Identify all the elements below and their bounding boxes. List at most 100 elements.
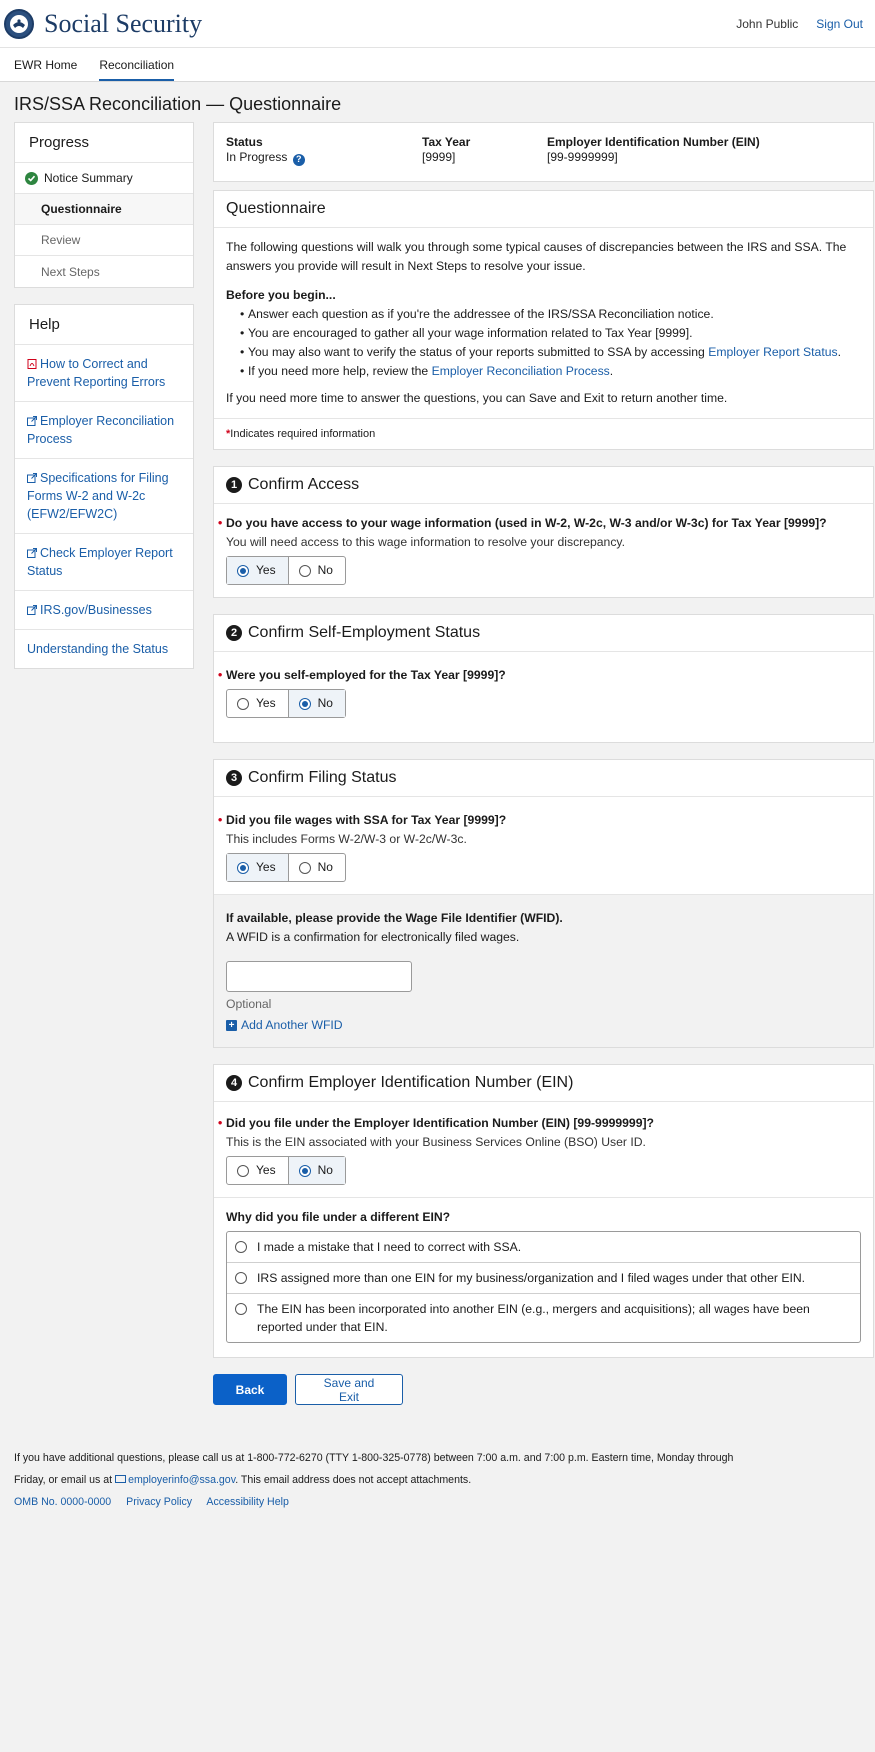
reconciliation-process-link[interactable]: Employer Reconciliation Process — [432, 364, 610, 378]
required-note-text: Indicates required information — [230, 428, 376, 440]
reason-multiple-ein-radio[interactable]: IRS assigned more than one EIN for my bu… — [227, 1263, 860, 1294]
question-label: • Were you self-employed for the Tax Year… — [218, 668, 506, 682]
privacy-policy-link[interactable]: Privacy Policy — [126, 1496, 192, 1508]
step-number-2-icon: 2 — [226, 625, 242, 641]
help-title: Help — [15, 305, 193, 345]
status-label: Status — [226, 135, 263, 149]
ein-radio-group: Yes No — [226, 1156, 346, 1185]
check-circle-icon — [25, 171, 38, 185]
help-link-irs-businesses[interactable]: IRS.gov/Businesses — [15, 591, 193, 630]
radio-label: Yes — [256, 563, 276, 577]
save-exit-button[interactable]: Save and Exit — [295, 1374, 403, 1405]
help-link-understanding-status[interactable]: Understanding the Status — [15, 630, 193, 668]
question-label: • Do you have access to your wage informa… — [218, 516, 827, 530]
external-link-icon — [27, 548, 37, 558]
nav-tab-reconciliation[interactable]: Reconciliation — [99, 58, 175, 81]
ein-card: 4 Confirm Employer Identification Number … — [213, 1064, 874, 1358]
main-content: Status In Progress ? Tax Year [9999] Emp… — [213, 122, 874, 1425]
section-title: Confirm Filing Status — [248, 769, 397, 786]
wfid-input[interactable] — [226, 961, 412, 992]
external-link-icon — [27, 605, 37, 615]
question-text: Were you self-employed for the Tax Year … — [226, 668, 506, 682]
more-time-text: If you need more time to answer the ques… — [226, 391, 728, 405]
question-label: • Did you file wages with SSA for Tax Yea… — [218, 813, 507, 827]
help-link-reconciliation-process[interactable]: Employer Reconciliation Process — [15, 402, 193, 459]
wfid-section: If available, please provide the Wage Fi… — [214, 894, 873, 1047]
footer-email-line: Friday, or email us at employerinfo@ssa.… — [14, 1469, 861, 1491]
progress-step-notice-summary[interactable]: Notice Summary — [15, 163, 193, 194]
ein-yes-radio[interactable]: Yes — [227, 1157, 288, 1184]
list-item: Answer each question as if you're the ad… — [240, 305, 861, 324]
add-wfid-label: Add Another WFID — [241, 1018, 343, 1032]
question-hint: This is the EIN associated with your Bus… — [226, 1135, 646, 1149]
footer-text: Friday, or email us at — [14, 1474, 113, 1486]
filed-wages-yes-radio[interactable]: Yes — [227, 854, 288, 881]
email-link[interactable]: employerinfo@ssa.gov — [128, 1474, 235, 1486]
question-hint: You will need access to this wage inform… — [226, 535, 626, 549]
radio-label: No — [317, 1163, 333, 1177]
help-link-correct-errors[interactable]: How to Correct and Prevent Reporting Err… — [15, 345, 193, 402]
help-link-specifications[interactable]: Specifications for Filing Forms W-2 and … — [15, 459, 193, 534]
tax-year-label: Tax Year — [422, 135, 471, 149]
list-item: If you need more help, review the Employ… — [240, 362, 861, 381]
access-no-radio[interactable]: No — [287, 557, 345, 584]
brand-title: Social Security — [44, 8, 203, 38]
questionnaire-card: Questionnaire The following questions wi… — [213, 190, 874, 450]
radio-label: IRS assigned more than one EIN for my bu… — [257, 1271, 806, 1285]
filed-wages-no-radio[interactable]: No — [287, 854, 345, 881]
reason-mistake-radio[interactable]: I made a mistake that I need to correct … — [227, 1232, 860, 1263]
help-link-label: How to Correct and Prevent Reporting Err… — [27, 357, 166, 389]
help-panel: Help How to Correct and Prevent Reportin… — [14, 304, 194, 669]
wfid-label: If available, please provide the Wage Fi… — [226, 911, 563, 925]
before-begin-heading: Before you begin... — [226, 288, 336, 302]
question-text: Did you file under the Employer Identifi… — [226, 1116, 654, 1130]
question-hint: This includes Forms W-2/W-3 or W-2c/W-3c… — [226, 832, 467, 846]
radio-label: Yes — [256, 696, 276, 710]
status-column: Status In Progress ? — [226, 135, 422, 169]
question-text: Do you have access to your wage informat… — [226, 516, 827, 530]
self-employment-card: 2 Confirm Self-Employment Status • Were yo… — [213, 614, 874, 743]
list-item-text: If you need more help, review the — [248, 364, 429, 378]
back-button[interactable]: Back — [213, 1374, 287, 1405]
why-different-ein-label: Why did you file under a different EIN? — [226, 1210, 451, 1224]
help-link-check-report-status[interactable]: Check Employer Report Status — [15, 534, 193, 591]
omb-number: OMB No. 0000-0000 — [14, 1496, 112, 1508]
intro-text: The following questions will walk you th… — [226, 240, 847, 273]
footer-links: OMB No. 0000-0000 Privacy Policy Accessi… — [14, 1491, 861, 1513]
ein-label: Employer Identification Number (EIN) — [547, 135, 760, 149]
top-header: Social Security John Public Sign Out — [0, 0, 875, 48]
help-link-label: Specifications for Filing Forms W-2 and … — [27, 471, 169, 521]
access-yes-radio[interactable]: Yes — [227, 557, 288, 584]
ein-no-radio[interactable]: No — [287, 1157, 345, 1184]
sign-out-link[interactable]: Sign Out — [816, 17, 863, 31]
step-number-1-icon: 1 — [226, 477, 242, 493]
accessibility-help-link[interactable]: Accessibility Help — [206, 1496, 288, 1508]
questionnaire-title: Questionnaire — [214, 191, 873, 228]
help-link-label: Employer Reconciliation Process — [27, 414, 175, 446]
optional-label: Optional — [226, 997, 272, 1011]
list-item-text: You may also want to verify the status o… — [248, 345, 705, 359]
radio-label: The EIN has been incorporated into anoth… — [257, 1302, 810, 1334]
before-begin-list: Answer each question as if you're the ad… — [226, 305, 861, 381]
radio-label: No — [317, 563, 333, 577]
employer-report-status-link[interactable]: Employer Report Status — [708, 345, 837, 359]
radio-label: No — [317, 860, 333, 874]
access-radio-group: Yes No — [226, 556, 346, 585]
help-question-icon[interactable]: ? — [292, 153, 305, 166]
tax-year-column: Tax Year [9999] — [422, 135, 547, 169]
status-value: In Progress — [226, 150, 288, 164]
question-label: • Did you file under the Employer Identif… — [218, 1116, 654, 1130]
wfid-hint: A WFID is a confirmation for electronica… — [226, 930, 520, 944]
progress-title: Progress — [15, 123, 193, 163]
brand[interactable]: Social Security — [4, 8, 203, 39]
add-wfid-link[interactable]: + Add Another WFID — [226, 1016, 861, 1035]
external-link-icon — [27, 416, 37, 426]
user-name: John Public — [736, 16, 799, 31]
self-employed-yes-radio[interactable]: Yes — [227, 690, 288, 717]
reason-incorporated-radio[interactable]: The EIN has been incorporated into anoth… — [227, 1294, 860, 1342]
step-number-4-icon: 4 — [226, 1075, 242, 1091]
nav-tab-ewr-home[interactable]: EWR Home — [14, 58, 77, 81]
progress-step-label: Notice Summary — [44, 171, 133, 185]
footer-contact-line: If you have additional questions, please… — [14, 1452, 734, 1464]
self-employed-no-radio[interactable]: No — [287, 690, 345, 717]
